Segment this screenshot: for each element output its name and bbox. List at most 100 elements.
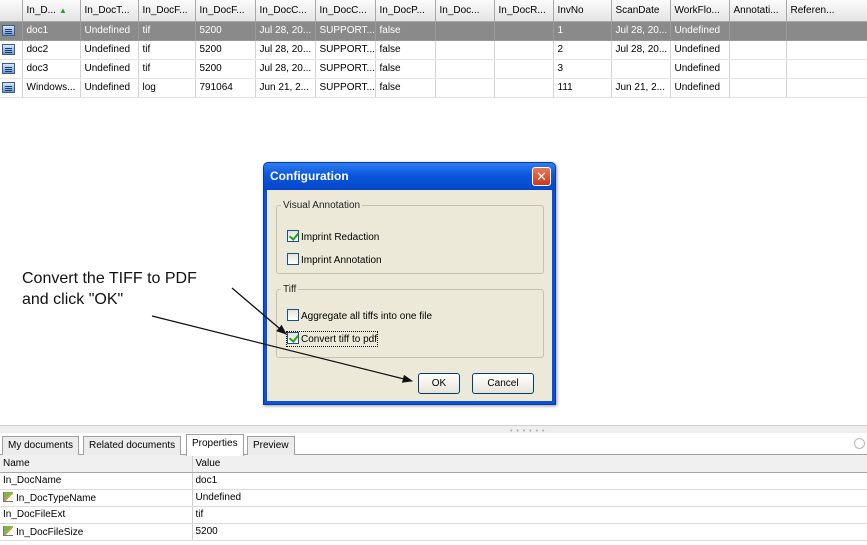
imprint-redaction-checkbox[interactable] bbox=[287, 230, 299, 242]
property-value[interactable]: 5200 bbox=[192, 523, 867, 541]
table-cell[interactable]: Jul 28, 20... bbox=[611, 21, 671, 41]
table-row[interactable]: doc1 Undefined tif 5200 Jul 28, 20... SUPPORT… bbox=[0, 21, 867, 41]
table-cell[interactable]: Undefined bbox=[80, 40, 139, 60]
dialog-titlebar[interactable]: Configuration ✕ bbox=[264, 163, 555, 190]
column-header[interactable]: In_DocF... bbox=[138, 0, 196, 22]
table-cell[interactable]: doc1 bbox=[22, 21, 81, 41]
row-icon-cell[interactable] bbox=[0, 78, 23, 98]
table-cell[interactable]: doc3 bbox=[22, 59, 81, 79]
table-cell[interactable] bbox=[786, 59, 867, 79]
row-icon-cell[interactable] bbox=[0, 40, 23, 60]
column-header-icon[interactable] bbox=[0, 0, 23, 22]
column-header[interactable]: In_Doc... bbox=[435, 0, 495, 22]
convert-tiff-to-pdf-checkbox[interactable] bbox=[287, 332, 299, 344]
table-cell[interactable]: SUPPORT... bbox=[315, 40, 376, 60]
property-name-cell[interactable]: In_DocTypeName bbox=[0, 489, 193, 507]
table-cell[interactable]: tif bbox=[138, 40, 196, 60]
table-cell[interactable]: Undefined bbox=[80, 21, 139, 41]
table-cell[interactable]: tif bbox=[138, 59, 196, 79]
table-cell[interactable] bbox=[729, 21, 787, 41]
property-value[interactable]: doc1 bbox=[192, 472, 867, 490]
column-header[interactable]: In_D... ▲ bbox=[22, 0, 81, 22]
table-cell[interactable]: 5200 bbox=[195, 59, 256, 79]
table-cell[interactable]: Windows... bbox=[22, 78, 81, 98]
tab-properties[interactable]: Properties bbox=[186, 434, 244, 456]
panel-minimize-icon[interactable] bbox=[854, 438, 865, 449]
imprint-annotation-checkbox-row[interactable]: Imprint Annotation bbox=[287, 253, 382, 267]
column-header[interactable]: In_DocC... bbox=[255, 0, 316, 22]
table-row[interactable]: doc3 Undefined tif 5200 Jul 28, 20... SUPPORT… bbox=[0, 59, 867, 79]
column-header[interactable]: ScanDate bbox=[611, 0, 671, 22]
table-row[interactable]: doc2 Undefined tif 5200 Jul 28, 20... SUPPORT… bbox=[0, 40, 867, 60]
property-name-cell[interactable]: In_DocName bbox=[0, 472, 193, 490]
table-cell[interactable] bbox=[786, 21, 867, 41]
column-header[interactable]: InvNo bbox=[553, 0, 612, 22]
table-cell[interactable]: Jul 28, 20... bbox=[611, 40, 671, 60]
table-cell[interactable] bbox=[494, 40, 554, 60]
imprint-redaction-checkbox-row[interactable]: Imprint Redaction bbox=[287, 230, 379, 244]
tab-my-documents[interactable]: My documents bbox=[2, 436, 80, 455]
convert-tiff-checkbox-row[interactable]: Convert tiff to pdf bbox=[286, 331, 378, 347]
column-header[interactable]: In_DocC... bbox=[315, 0, 376, 22]
table-row[interactable]: Windows... Undefined log 791064 Jun 21, 2...… bbox=[0, 78, 867, 98]
table-cell[interactable]: Jul 28, 20... bbox=[255, 40, 316, 60]
property-value[interactable]: tif bbox=[192, 506, 867, 524]
property-name-cell[interactable]: In_DocFileExt bbox=[0, 506, 193, 524]
aggregate-tiffs-checkbox[interactable] bbox=[287, 309, 299, 321]
table-cell[interactable]: log bbox=[138, 78, 196, 98]
table-cell[interactable]: SUPPORT... bbox=[315, 59, 376, 79]
table-cell[interactable]: tif bbox=[138, 21, 196, 41]
table-cell[interactable] bbox=[729, 59, 787, 79]
table-cell[interactable]: 1 bbox=[553, 21, 612, 41]
table-cell[interactable]: Undefined bbox=[670, 40, 730, 60]
aggregate-tiffs-checkbox-row[interactable]: Aggregate all tiffs into one file bbox=[287, 309, 432, 323]
table-cell[interactable]: false bbox=[375, 21, 436, 41]
table-cell[interactable] bbox=[729, 40, 787, 60]
table-cell[interactable]: Undefined bbox=[670, 78, 730, 98]
table-cell[interactable]: SUPPORT... bbox=[315, 21, 376, 41]
column-header[interactable]: In_DocP... bbox=[375, 0, 436, 22]
tab-related-documents[interactable]: Related documents bbox=[83, 436, 182, 455]
property-row[interactable]: In_DocFileExt tif bbox=[0, 506, 867, 524]
table-cell[interactable] bbox=[435, 40, 495, 60]
table-cell[interactable] bbox=[729, 78, 787, 98]
table-cell[interactable] bbox=[494, 59, 554, 79]
table-cell[interactable]: 791064 bbox=[195, 78, 256, 98]
column-header[interactable]: In_DocF... bbox=[195, 0, 256, 22]
table-cell[interactable]: 5200 bbox=[195, 21, 256, 41]
imprint-annotation-checkbox[interactable] bbox=[287, 253, 299, 265]
table-cell[interactable]: Undefined bbox=[80, 59, 139, 79]
table-cell[interactable]: 5200 bbox=[195, 40, 256, 60]
table-cell[interactable]: false bbox=[375, 59, 436, 79]
table-cell[interactable]: false bbox=[375, 78, 436, 98]
property-name-cell[interactable]: In_DocFileSize bbox=[0, 523, 193, 541]
table-cell[interactable]: 3 bbox=[553, 59, 612, 79]
tab-preview[interactable]: Preview bbox=[247, 436, 295, 455]
table-cell[interactable]: Jun 21, 2... bbox=[611, 78, 671, 98]
table-cell[interactable]: SUPPORT... bbox=[315, 78, 376, 98]
name-column-header[interactable]: Name bbox=[0, 455, 193, 473]
row-icon-cell[interactable] bbox=[0, 21, 23, 41]
table-cell[interactable]: doc2 bbox=[22, 40, 81, 60]
row-icon-cell[interactable] bbox=[0, 59, 23, 79]
table-cell[interactable] bbox=[611, 59, 671, 79]
column-header[interactable]: Referen... bbox=[786, 0, 867, 22]
panel-splitter[interactable]: • • • • • • bbox=[0, 425, 867, 435]
table-cell[interactable]: 2 bbox=[553, 40, 612, 60]
property-value[interactable]: Undefined bbox=[192, 489, 867, 507]
table-cell[interactable] bbox=[435, 78, 495, 98]
table-cell[interactable]: Jun 21, 2... bbox=[255, 78, 316, 98]
close-icon[interactable]: ✕ bbox=[532, 167, 551, 186]
property-row[interactable]: In_DocName doc1 bbox=[0, 472, 867, 490]
table-cell[interactable]: Jul 28, 20... bbox=[255, 21, 316, 41]
property-row[interactable]: In_DocTypeName Undefined bbox=[0, 489, 867, 507]
property-row[interactable]: In_DocFileSize 5200 bbox=[0, 523, 867, 541]
column-header[interactable]: Annotati... bbox=[729, 0, 787, 22]
cancel-button[interactable]: Cancel bbox=[472, 373, 534, 394]
table-cell[interactable] bbox=[494, 21, 554, 41]
value-column-header[interactable]: Value bbox=[192, 455, 867, 473]
table-cell[interactable] bbox=[435, 21, 495, 41]
column-header[interactable]: In_DocR... bbox=[494, 0, 554, 22]
table-cell[interactable] bbox=[786, 78, 867, 98]
table-cell[interactable] bbox=[786, 40, 867, 60]
